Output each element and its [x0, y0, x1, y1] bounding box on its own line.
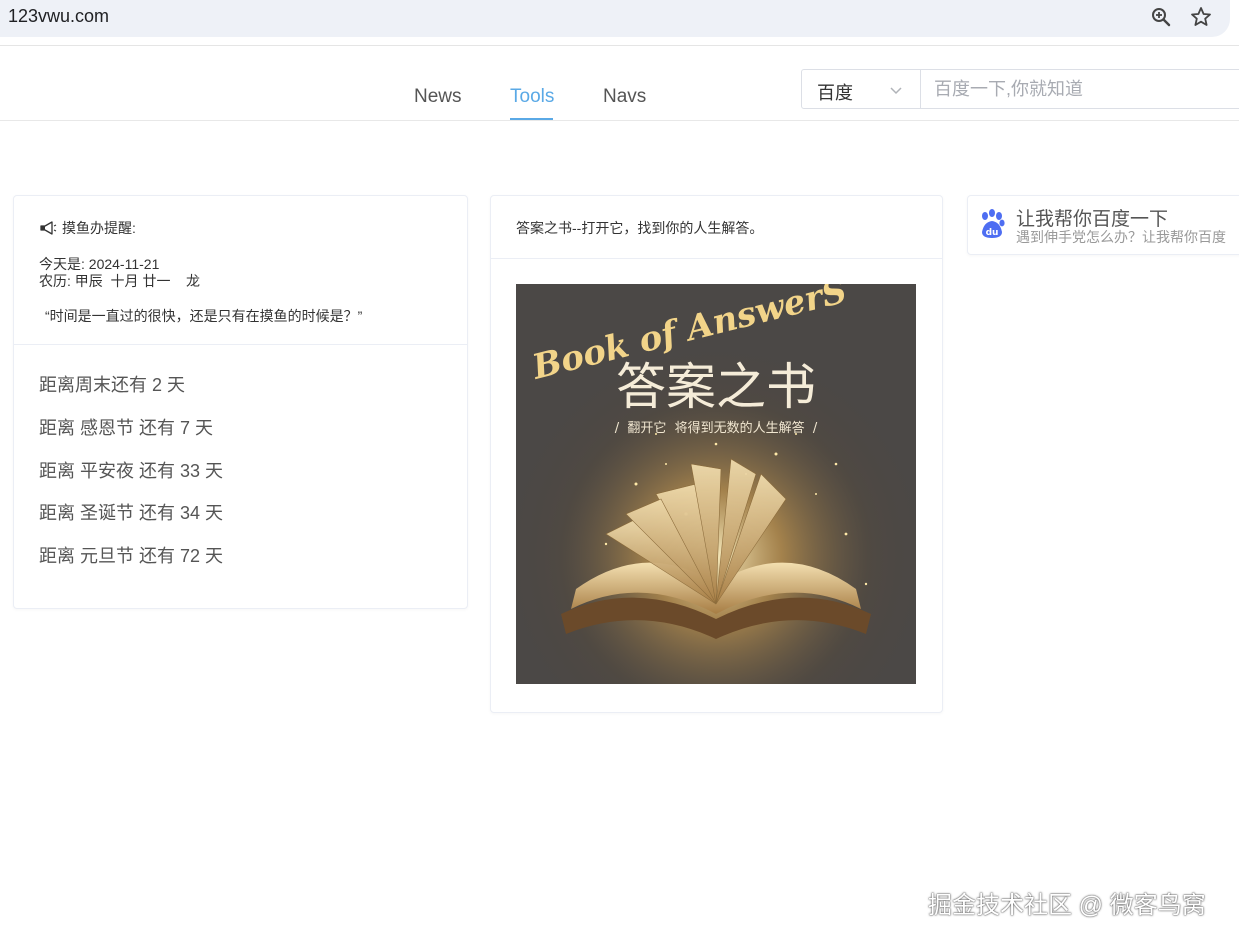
search-engine-select[interactable]: 百度	[802, 70, 921, 108]
reminder-quote: “时间是一直过的很快，还是只有在摸鱼的时候是？”	[45, 308, 363, 324]
countdown-christmas-eve: 距离 平安夜 还有 33 天	[39, 461, 224, 481]
book-of-answers-image[interactable]: Book of AnswerS 答案之书 / 翻开它 将得到无数的人生解答 /	[516, 284, 916, 684]
reminder-card: 摸鱼办提醒: 今天是: 2024-11-21 农历: 甲辰 十月 廿一 龙 “时…	[13, 195, 468, 609]
tab-navs[interactable]: Navs	[603, 86, 646, 108]
countdown-new-year: 距离 元旦节 还有 72 天	[39, 546, 224, 566]
cover-title-cn: 答案之书	[616, 358, 816, 416]
address-bar[interactable]: 123vwu.com	[0, 0, 1230, 37]
url-text[interactable]: 123vwu.com	[8, 6, 109, 27]
search-input[interactable]	[921, 70, 1239, 108]
countdown-thanksgiving: 距离 感恩节 还有 7 天	[39, 418, 214, 438]
countdown-christmas: 距离 圣诞节 还有 34 天	[39, 503, 224, 523]
tab-tools[interactable]: Tools	[510, 86, 554, 108]
search-box: 百度	[801, 69, 1239, 109]
lunar-date: 农历: 甲辰 十月 廿一 龙	[39, 273, 201, 289]
watermark: 掘金技术社区 @ 微客鸟窝	[928, 892, 1206, 919]
chevron-down-icon	[890, 87, 902, 95]
bookmark-star-icon[interactable]	[1189, 5, 1213, 29]
book-of-answers-card[interactable]: 答案之书--打开它，找到你的人生解答。 Book of AnswerS 答案之书…	[490, 195, 943, 713]
baidu-tool-card[interactable]: du 让我帮你百度一下 遇到伸手党怎么办？让我帮你百度	[967, 195, 1239, 255]
megaphone-icon	[40, 221, 57, 235]
reminder-title: 摸鱼办提醒:	[39, 218, 136, 238]
baidu-paw-icon: du	[982, 209, 1005, 238]
tab-news[interactable]: News	[414, 86, 462, 108]
active-tab-indicator	[510, 118, 553, 120]
countdown-weekend: 距离周末还有 2 天	[39, 375, 186, 395]
baidu-card-subtitle: 遇到伸手党怎么办？让我帮你百度	[1016, 229, 1226, 245]
card-divider	[14, 344, 467, 345]
book-card-header: 答案之书--打开它，找到你的人生解答。	[516, 220, 764, 236]
cover-subtitle: / 翻开它 将得到无数的人生解答 /	[615, 420, 818, 436]
zoom-icon[interactable]	[1149, 5, 1173, 29]
site-header: News Tools Navs 百度	[0, 46, 1239, 121]
card-divider	[491, 258, 942, 259]
baidu-logo-text: du	[986, 228, 999, 238]
reminder-title-text: 摸鱼办提醒:	[62, 220, 136, 236]
search-engine-label: 百度	[817, 83, 853, 103]
